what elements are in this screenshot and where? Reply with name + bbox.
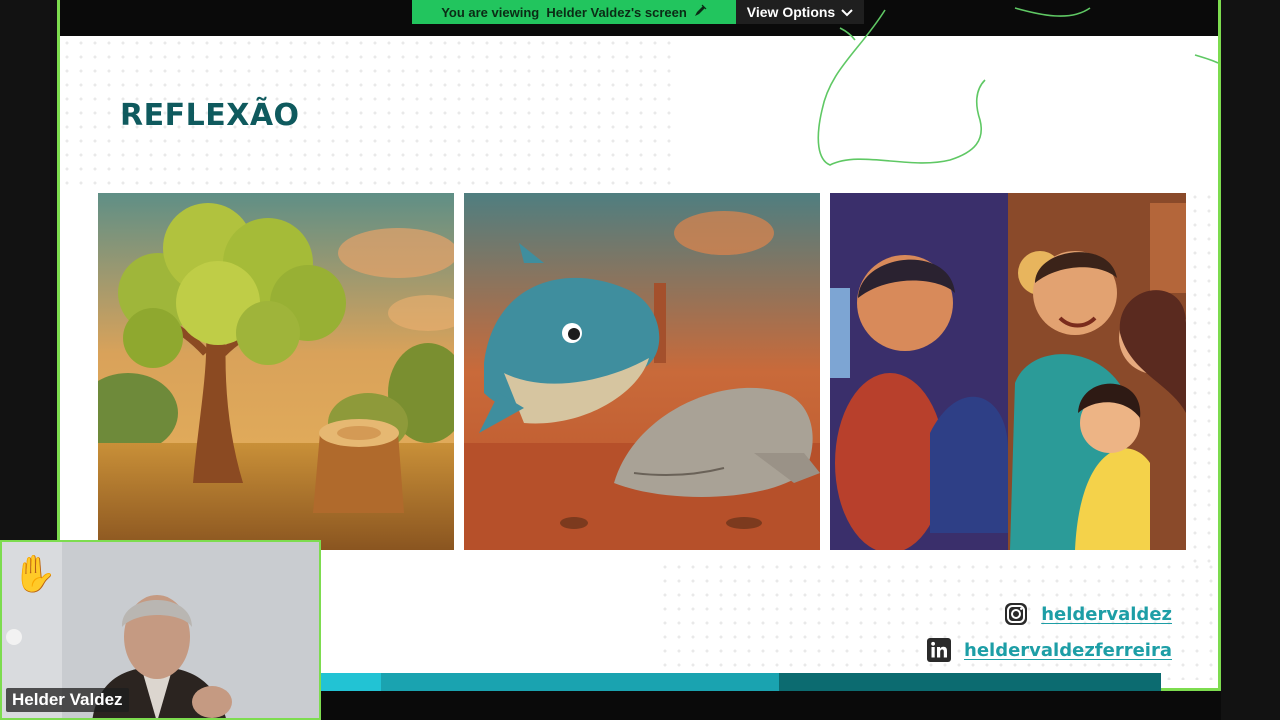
instagram-icon: [1003, 601, 1029, 627]
slide-title: REFLEXÃO: [120, 98, 300, 133]
chevron-down-icon: [841, 4, 853, 20]
raised-hand-icon: ✋: [12, 553, 57, 594]
linkedin-icon: [926, 637, 952, 663]
linkedin-handle[interactable]: heldervaldezferreira: [964, 640, 1172, 661]
view-options-button[interactable]: View Options: [736, 0, 864, 24]
viewing-text: You are viewing Helder Valdez's screen: [441, 4, 687, 20]
stripe-segment-mid: [381, 673, 779, 691]
viewing-screen-banner: You are viewing Helder Valdez's screen: [412, 0, 736, 24]
background-right: [1220, 0, 1280, 720]
stripe-segment-dark: [779, 673, 1161, 691]
participant-name: Helder Valdez: [6, 688, 129, 712]
image-whales: [464, 193, 820, 550]
bottom-color-stripe: [260, 673, 1161, 691]
bottom-black-strip: [321, 691, 1221, 720]
instagram-handle[interactable]: heldervaldez: [1041, 604, 1172, 625]
dot-pattern-right: [1188, 190, 1218, 570]
annotate-pen-icon: [693, 4, 707, 21]
participant-video-tile[interactable]: ✋ Helder Valdez: [0, 540, 321, 720]
view-options-label: View Options: [746, 4, 836, 20]
linkedin-link[interactable]: heldervaldezferreira: [926, 637, 1172, 663]
image-boy-and-family: [830, 193, 1186, 550]
image-tree-and-stump: [98, 193, 454, 550]
instagram-link[interactable]: heldervaldez: [1003, 601, 1172, 627]
